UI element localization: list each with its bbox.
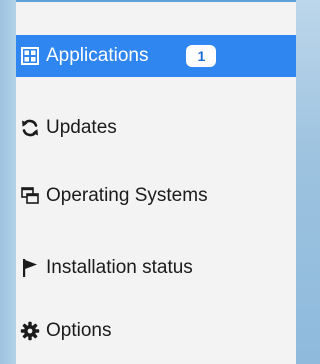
- nav-item-applications[interactable]: Applications 1: [16, 35, 296, 77]
- navigation-panel: Applications 1 Updates Operating Systems: [16, 0, 296, 364]
- nav-item-label: Options: [46, 320, 112, 341]
- nav-item-options[interactable]: Options: [16, 310, 296, 352]
- gear-icon: [20, 321, 40, 341]
- nav-item-label: Operating Systems: [46, 185, 208, 206]
- nav-item-installation-status[interactable]: Installation status: [16, 247, 296, 289]
- refresh-icon: [20, 118, 40, 138]
- nav-item-label: Updates: [46, 117, 117, 138]
- nav-item-label: Installation status: [46, 257, 193, 278]
- nav-item-updates[interactable]: Updates: [16, 107, 296, 149]
- nav-item-label: Applications: [46, 45, 149, 66]
- applications-icon: [20, 46, 40, 66]
- applications-count-badge: 1: [186, 45, 217, 67]
- window-side-strip: [0, 0, 16, 364]
- nav-item-operating-systems[interactable]: Operating Systems: [16, 175, 296, 217]
- flag-icon: [20, 258, 40, 278]
- windows-icon: [20, 186, 40, 206]
